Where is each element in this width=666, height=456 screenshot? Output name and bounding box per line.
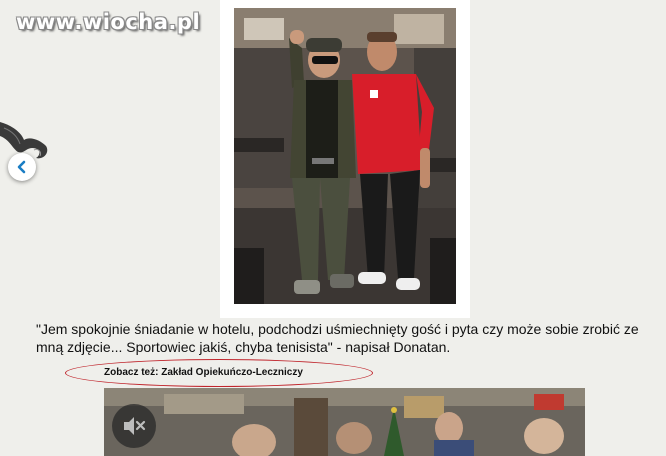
article-quote: "Jem spokojnie śniadanie w hotelu, podch… [36,321,639,355]
speaker-muted-icon [124,417,146,435]
photo-illustration [234,8,456,304]
video-thumbnail [104,388,585,456]
article-photo[interactable] [234,8,456,304]
site-watermark: www.wiocha.pl [16,10,201,34]
see-also-link[interactable]: Zobacz też: Zakład Opiekuńczo-Leczniczy [104,367,303,378]
previous-button[interactable] [8,153,36,181]
video-player[interactable] [104,388,585,456]
mute-button[interactable] [112,404,156,448]
chevron-left-icon [17,160,26,174]
